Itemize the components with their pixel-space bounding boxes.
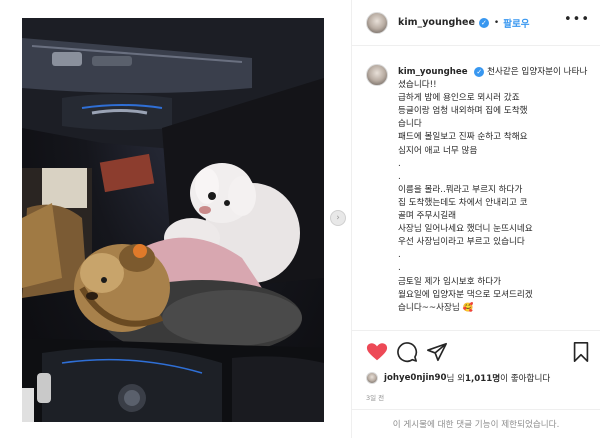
- photo-panel: ›: [0, 0, 352, 438]
- caption-username[interactable]: kim_younghee: [398, 67, 468, 77]
- instagram-post: › kim_younghee ✓ • 팔로우 ••• kim_younghee …: [0, 0, 600, 438]
- likes-tail-text: 이 좋아합니다: [500, 374, 551, 384]
- car-dogs-image: [22, 18, 324, 422]
- post-side-panel: kim_younghee ✓ • 팔로우 ••• kim_younghee ✓ …: [352, 0, 600, 438]
- post-photo[interactable]: [22, 18, 324, 422]
- verified-badge-icon: ✓: [478, 17, 489, 28]
- carousel-next-button[interactable]: ›: [330, 210, 346, 226]
- caption: kim_younghee ✓ 천사같은 입양자분이 나타나셨습니다!! 급하게 …: [352, 54, 600, 330]
- post-timestamp[interactable]: 3일 전: [366, 392, 384, 402]
- share-icon[interactable]: [426, 341, 448, 363]
- comments-disabled-notice: 이 게시물에 대한 댓글 기능이 제한되었습니다.: [352, 409, 600, 438]
- likes-mid-text: 님 외: [446, 374, 466, 384]
- header-username[interactable]: kim_younghee: [398, 17, 475, 28]
- header-separator: •: [493, 17, 500, 28]
- liker-avatar[interactable]: [366, 372, 378, 384]
- more-options-button[interactable]: •••: [564, 12, 590, 27]
- follow-button[interactable]: 팔로우: [503, 16, 529, 30]
- liker-username[interactable]: johye0njin90: [384, 373, 446, 383]
- likes-summary: johye0njin90 님 외 1,011명 이 좋아합니다: [366, 372, 550, 384]
- comment-icon[interactable]: [396, 341, 418, 363]
- avatar[interactable]: [366, 11, 388, 34]
- caption-text: 천사같은 입양자분이 나타나셨습니다!! 급하게 밤에 용인으로 뫼시러 갔죠 …: [398, 67, 588, 313]
- post-header: kim_younghee ✓ • 팔로우 •••: [352, 0, 600, 46]
- action-bar: [352, 330, 600, 370]
- likes-count[interactable]: 1,011명: [465, 372, 500, 384]
- caption-avatar[interactable]: [366, 64, 388, 86]
- heart-icon[interactable]: [366, 341, 388, 363]
- caption-body: kim_younghee ✓ 천사같은 입양자분이 나타나셨습니다!! 급하게 …: [398, 66, 594, 330]
- caption-verified-badge-icon: ✓: [474, 66, 485, 77]
- bookmark-icon[interactable]: [570, 341, 592, 363]
